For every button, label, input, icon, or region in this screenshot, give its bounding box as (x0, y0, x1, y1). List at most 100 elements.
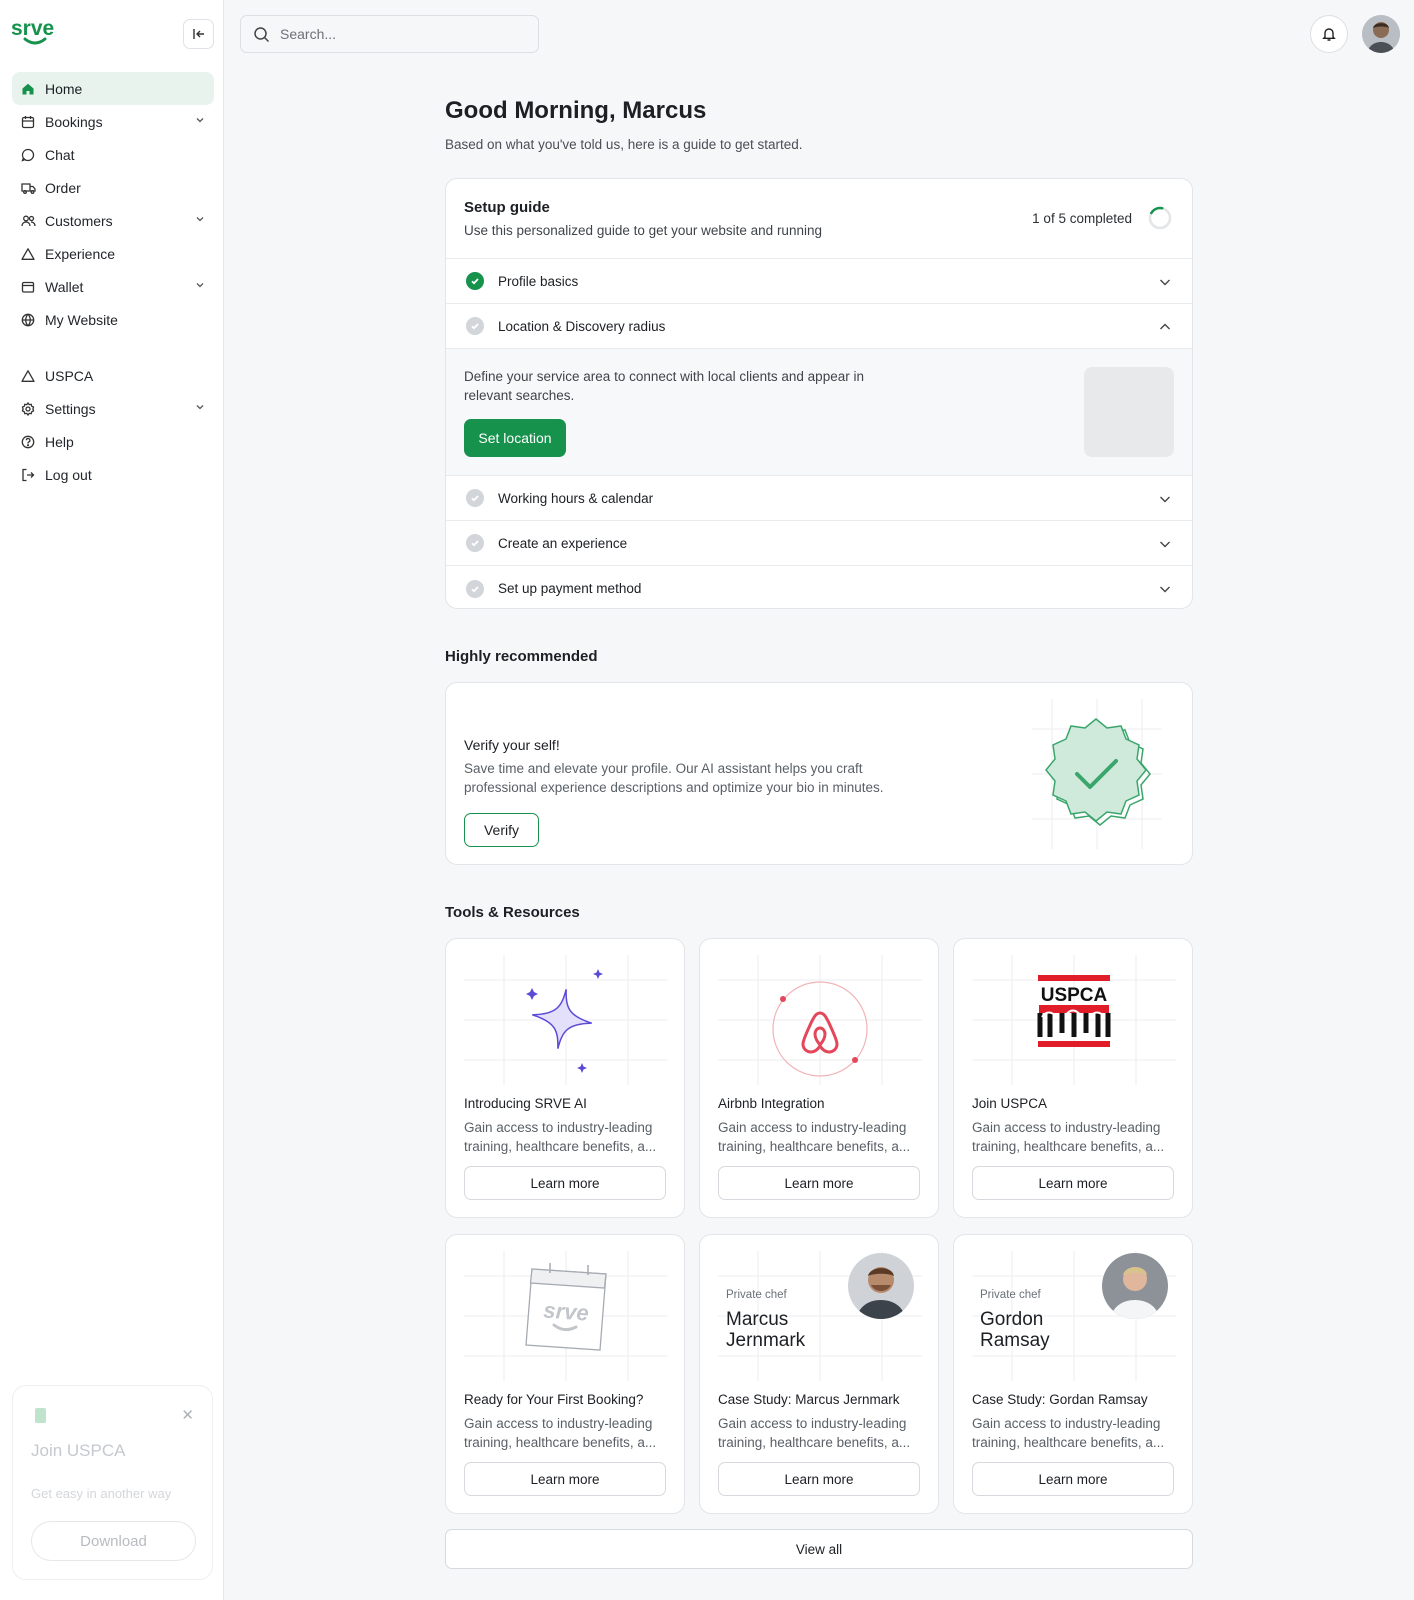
sidebar-item-label: Bookings (45, 113, 103, 130)
setup-step-profile-basics[interactable]: Profile basics (446, 259, 1192, 304)
sidebar-item-label: Home (45, 80, 83, 97)
set-location-button[interactable]: Set location (464, 419, 566, 457)
tool-card-description: Gain access to industry-leading training… (718, 1120, 911, 1154)
setup-guide-header: Setup guide Use this personalized guide … (446, 179, 1192, 259)
check-circle-icon (466, 317, 484, 335)
learn-more-button[interactable]: Learn more (972, 1462, 1174, 1496)
learn-more-button[interactable]: Learn more (718, 1462, 920, 1496)
srve-logo[interactable]: srve (11, 17, 61, 53)
check-circle-icon (466, 534, 484, 552)
check-circle-icon (466, 272, 484, 290)
chef-photo (1102, 1253, 1168, 1319)
collapse-icon (192, 29, 204, 39)
tool-card-first-booking: srve Ready for Your First Booking? Gain … (445, 1234, 685, 1514)
logout-icon (20, 467, 36, 483)
sidebar-item-my-website[interactable]: My Website (12, 303, 214, 336)
svg-text:srve: srve (543, 1297, 590, 1325)
svg-text:USPCA: USPCA (1041, 985, 1108, 1006)
sidebar-item-home[interactable]: Home (12, 72, 214, 105)
setup-step-label: Location & Discovery radius (498, 318, 666, 334)
bell-icon (1322, 28, 1336, 41)
chef-role: Private chef (726, 1289, 787, 1301)
verify-description: Save time and elevate your profile. Our … (464, 761, 884, 795)
triangle-icon (20, 368, 36, 384)
setup-step-label: Create an experience (498, 535, 628, 551)
map-placeholder-image (1084, 367, 1174, 457)
triangle-icon (20, 246, 36, 262)
chef-name: Gordon Ramsay (980, 1309, 1050, 1351)
setup-step-label: Set up payment method (498, 581, 642, 596)
case-study-art: Private chef Gordon Ramsay (972, 1251, 1176, 1381)
check-circle-icon (466, 489, 484, 507)
tool-card-airbnb: Airbnb Integration Gain access to indust… (699, 938, 939, 1218)
chevron-down-icon (1160, 586, 1170, 593)
tool-card-description: Gain access to industry-leading training… (718, 1416, 911, 1450)
setup-step-location-panel: Define your service area to connect with… (446, 349, 1192, 476)
setup-guide-subtitle: Use this personalized guide to get your … (464, 223, 822, 238)
uspca-logo: USPCA (972, 955, 1176, 1085)
setup-progress-text: 1 of 5 completed (1032, 211, 1132, 226)
sidebar-item-bookings[interactable]: Bookings (12, 105, 214, 138)
chat-icon (20, 147, 36, 163)
sparkle-icon (464, 955, 668, 1085)
setup-step-create-experience[interactable]: Create an experience (446, 521, 1192, 566)
learn-more-button[interactable]: Learn more (972, 1166, 1174, 1200)
chevron-down-icon (196, 405, 204, 410)
setup-step-working-hours[interactable]: Working hours & calendar (446, 476, 1192, 521)
gear-icon (20, 401, 36, 417)
search-icon (254, 26, 270, 42)
sidebar: srve Home Bookings Chat Order Customers (0, 0, 224, 1600)
wallet-icon (20, 279, 36, 295)
sidebar-item-wallet[interactable]: Wallet (12, 270, 214, 303)
search-bar[interactable] (240, 15, 539, 53)
setup-step-location[interactable]: Location & Discovery radius (446, 304, 1192, 349)
tool-card-case-study-gordon: Private chef Gordon Ramsay Case Study: G… (953, 1234, 1193, 1514)
chevron-down-icon (196, 283, 204, 288)
setup-guide-title: Setup guide (464, 199, 550, 216)
sidebar-item-customers[interactable]: Customers (12, 204, 214, 237)
notifications-button[interactable] (1310, 15, 1348, 53)
verify-button[interactable]: Verify (464, 813, 539, 847)
sidebar-item-help[interactable]: Help (12, 425, 214, 458)
tools-resources-title: Tools & Resources (445, 904, 580, 921)
sidebar-item-label: Chat (45, 146, 75, 163)
download-button[interactable]: Download (31, 1521, 196, 1561)
learn-more-button[interactable]: Learn more (464, 1166, 666, 1200)
sidebar-item-label: Wallet (45, 278, 84, 295)
help-icon (20, 434, 36, 450)
page-title: Good Morning, Marcus (445, 97, 707, 124)
sidebar-item-order[interactable]: Order (12, 171, 214, 204)
sidebar-item-settings[interactable]: Settings (12, 392, 214, 425)
tool-card-title: Ready for Your First Booking? (464, 1392, 644, 1407)
setup-step-payment-method[interactable]: Set up payment method (446, 566, 1192, 608)
users-icon (20, 213, 36, 229)
chevron-down-icon (1160, 496, 1170, 503)
sidebar-item-label: Experience (45, 245, 116, 262)
setup-guide-card: Setup guide Use this personalized guide … (445, 178, 1193, 609)
promo-subtitle: Get easy in another way (31, 1486, 172, 1501)
setup-step-label: Working hours & calendar (498, 490, 654, 506)
sidebar-item-label: Customers (45, 212, 113, 229)
sidebar-item-label: Order (45, 179, 81, 196)
collapse-sidebar-button[interactable] (183, 19, 214, 49)
tool-card-title: Case Study: Gordan Ramsay (972, 1392, 1148, 1407)
sidebar-item-chat[interactable]: Chat (12, 138, 214, 171)
sidebar-item-experience[interactable]: Experience (12, 237, 214, 270)
promo-title: Join USPCA (31, 1441, 126, 1460)
sidebar-item-label: Help (45, 433, 74, 450)
chevron-down-icon (1160, 279, 1170, 286)
search-input[interactable] (280, 26, 520, 42)
sidebar-item-label: Log out (45, 466, 92, 483)
user-avatar[interactable] (1362, 15, 1400, 53)
close-icon[interactable]: ✕ (181, 1406, 194, 1424)
view-all-button[interactable]: View all (445, 1529, 1193, 1569)
sidebar-item-log-out[interactable]: Log out (12, 458, 214, 491)
learn-more-button[interactable]: Learn more (718, 1166, 920, 1200)
chef-role: Private chef (980, 1289, 1041, 1301)
chevron-down-icon (1160, 541, 1170, 548)
sidebar-nav: Home Bookings Chat Order Customers Exper… (12, 72, 214, 491)
learn-more-button[interactable]: Learn more (464, 1462, 666, 1496)
chevron-down-icon (196, 217, 204, 222)
sidebar-item-uspca[interactable]: USPCA (12, 359, 214, 392)
join-uspca-promo: ✕ Join USPCA Get easy in another way Dow… (12, 1385, 213, 1580)
